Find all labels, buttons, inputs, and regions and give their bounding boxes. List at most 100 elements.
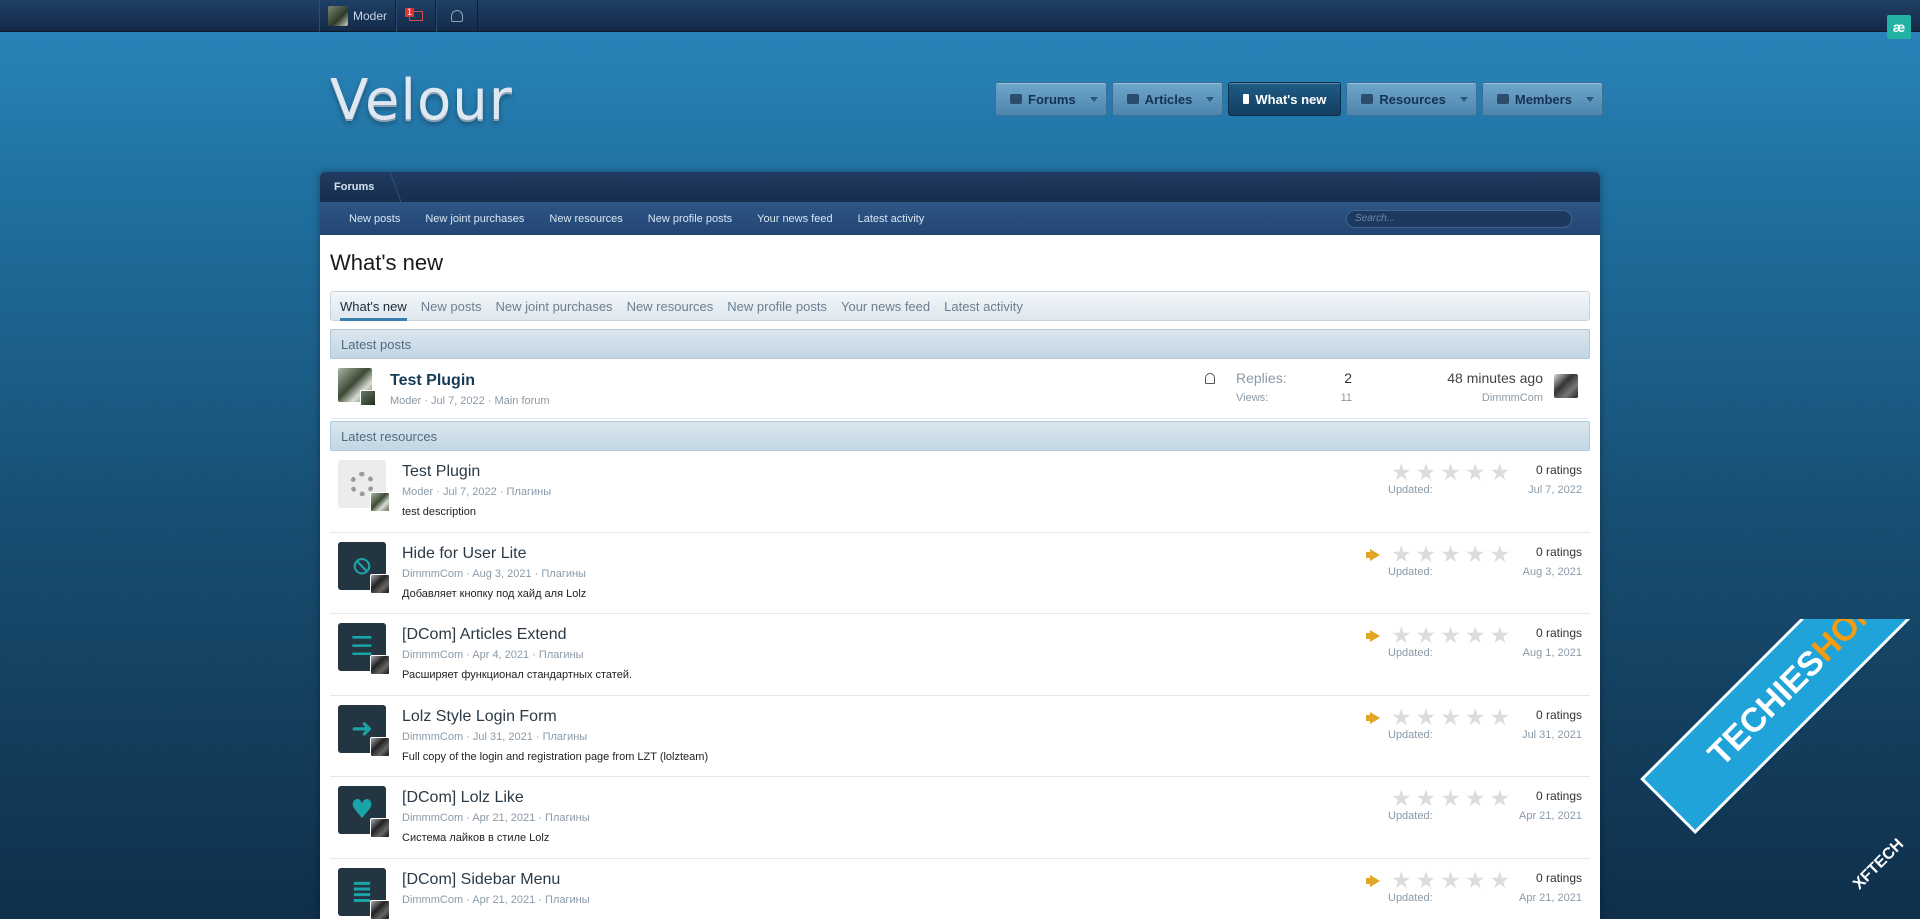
watermark-text: HOME.COM [1805, 619, 1920, 669]
views-count: 11 [1340, 392, 1352, 404]
watermark-text-secondary: XFTECH [1850, 835, 1908, 894]
star-icon: ★ [1440, 622, 1461, 648]
rating-stars: ★ ★ ★ ★ ★ [1391, 540, 1511, 567]
last-post-user[interactable]: DimmmCom [1482, 392, 1543, 404]
subnav-latest-activity[interactable]: Latest activity [858, 213, 925, 225]
chevron-down-icon[interactable] [1459, 96, 1468, 102]
ratings-count: 0 ratings [1535, 870, 1582, 885]
updated-label: Updated: [1388, 728, 1433, 741]
updated-label: Updated: [1388, 891, 1433, 904]
resource-title[interactable]: Lolz Style Login Form [402, 708, 557, 726]
site-logo[interactable]: Velour [330, 68, 513, 133]
thread-meta[interactable]: Moder · Jul 7, 2022 · Main forum [390, 395, 550, 407]
subnav-new-posts[interactable]: New posts [349, 213, 400, 225]
resource-title[interactable]: Test Plugin [402, 463, 480, 481]
subnav-new-joint-purchases[interactable]: New joint purchases [425, 213, 524, 225]
alerts-button[interactable] [436, 0, 479, 32]
resource-title[interactable]: [DCom] Sidebar Menu [402, 871, 560, 889]
star-icon: ★ [1464, 866, 1486, 893]
updated-label: Updated: [1388, 484, 1433, 496]
updated-label: Updated: [1388, 565, 1433, 578]
megaphone-icon [1366, 630, 1382, 642]
star-icon: ★ [1415, 703, 1437, 730]
subnav-new-profile-posts[interactable]: New profile posts [648, 213, 732, 225]
thread-title[interactable]: Test Plugin [390, 372, 475, 390]
megaphone-icon [1366, 549, 1382, 561]
tab-your-news-feed[interactable]: Your news feed [841, 291, 930, 321]
chevron-down-icon[interactable] [1089, 96, 1098, 102]
nav-label: Resources [1379, 91, 1446, 107]
replies-count: 2 [1344, 370, 1352, 386]
star-icon: ★ [1489, 622, 1511, 648]
star-icon: ★ [1489, 866, 1511, 893]
latest-posts-heading[interactable]: Latest posts [330, 329, 1590, 359]
star-icon: ★ [1440, 866, 1461, 893]
avatar[interactable] [370, 899, 390, 919]
resource-meta[interactable]: DimmmCom · Apr 4, 2021 · Плагины [402, 649, 584, 661]
star-icon: ★ [1440, 703, 1461, 730]
star-icon: ★ [1415, 622, 1437, 648]
rating-stars: ★ ★ ★ ★ ★ [1391, 624, 1510, 647]
ratings-count: 0 ratings [1535, 707, 1582, 722]
last-post-time[interactable]: 48 minutes ago [1447, 370, 1543, 386]
resource-description: Расширяет функционал стандартных статей. [402, 669, 633, 681]
resource-title[interactable]: Hide for User Lite [402, 545, 527, 563]
subnav-your-news-feed[interactable]: Your news feed [757, 213, 832, 225]
avatar[interactable] [370, 492, 390, 512]
tab-bar: What's new New posts New joint purchases… [330, 291, 1590, 321]
star-icon: ★ [1464, 703, 1486, 730]
tab-new-posts[interactable]: New posts [421, 291, 482, 321]
nav-whats-new[interactable]: What's new [1228, 82, 1342, 116]
megaphone-icon [1366, 712, 1382, 724]
tab-latest-activity[interactable]: Latest activity [944, 291, 1023, 321]
resource-meta[interactable]: Moder · Jul 7, 2022 · Плагины [402, 486, 551, 498]
avatar[interactable] [370, 573, 390, 594]
resource-meta[interactable]: DimmmCom · Apr 21, 2021 · Плагины [402, 812, 590, 824]
resource-description: test description [402, 506, 476, 518]
nav-articles[interactable]: Articles [1111, 82, 1224, 116]
resource-meta[interactable]: DimmmCom · Jul 31, 2021 · Плагины [402, 731, 587, 743]
star-icon: ★ [1489, 540, 1511, 567]
megaphone-icon [1366, 875, 1382, 887]
star-icon: ★ [1464, 540, 1486, 567]
chevron-down-icon[interactable] [1585, 96, 1594, 102]
resource-description: Full copy of the login and registration … [402, 750, 709, 763]
comments-icon [1010, 94, 1022, 104]
star-icon: ★ [1489, 459, 1511, 485]
user-menu[interactable]: Moder [319, 0, 397, 32]
avatar[interactable] [1554, 374, 1578, 398]
inbox-button[interactable]: 1 [396, 0, 437, 32]
breadcrumb-forums[interactable]: Forums [334, 181, 374, 193]
resource-title[interactable]: [DCom] Lolz Like [402, 789, 524, 807]
tab-new-joint-purchases[interactable]: New joint purchases [496, 291, 613, 321]
corner-app-icon[interactable]: æ [1887, 15, 1911, 39]
nav-label: Articles [1144, 91, 1193, 107]
nav-members[interactable]: Members [1481, 82, 1603, 116]
avatar[interactable] [370, 736, 390, 757]
avatar[interactable] [360, 390, 376, 406]
watermark-ribbon: TECHIESHOME.COM [1640, 619, 1920, 835]
star-icon: ★ [1440, 785, 1461, 811]
resource-meta[interactable]: DimmmCom · Aug 3, 2021 · Плагины [402, 568, 586, 580]
tab-whats-new[interactable]: What's new [340, 291, 407, 321]
thread-row: Test Plugin Moder · Jul 7, 2022 · Main f… [330, 359, 1590, 419]
main-container: Forums New posts New joint purchases New… [320, 172, 1600, 919]
star-icon: ★ [1415, 785, 1437, 811]
resource-meta[interactable]: DimmmCom · Apr 21, 2021 · Плагины [402, 894, 590, 906]
star-icon: ★ [1440, 459, 1461, 485]
tab-new-profile-posts[interactable]: New profile posts [727, 291, 827, 321]
envelope-icon: 1 [405, 8, 427, 24]
subnav-new-resources[interactable]: New resources [549, 213, 622, 225]
star-icon: ★ [1489, 703, 1511, 730]
chevron-down-icon[interactable] [1206, 96, 1215, 102]
avatar[interactable] [370, 655, 390, 675]
nav-resources[interactable]: Resources [1346, 82, 1477, 116]
latest-resources-heading[interactable]: Latest resources [330, 421, 1590, 451]
tab-new-resources[interactable]: New resources [627, 291, 714, 321]
updated-date: Jul 31, 2021 [1522, 728, 1582, 741]
nav-forums[interactable]: Forums [995, 82, 1107, 116]
resource-title[interactable]: [DCom] Articles Extend [402, 626, 567, 644]
avatar[interactable] [370, 818, 390, 838]
search-input[interactable]: Search... [1346, 210, 1572, 228]
page-title: What's new [330, 250, 444, 275]
